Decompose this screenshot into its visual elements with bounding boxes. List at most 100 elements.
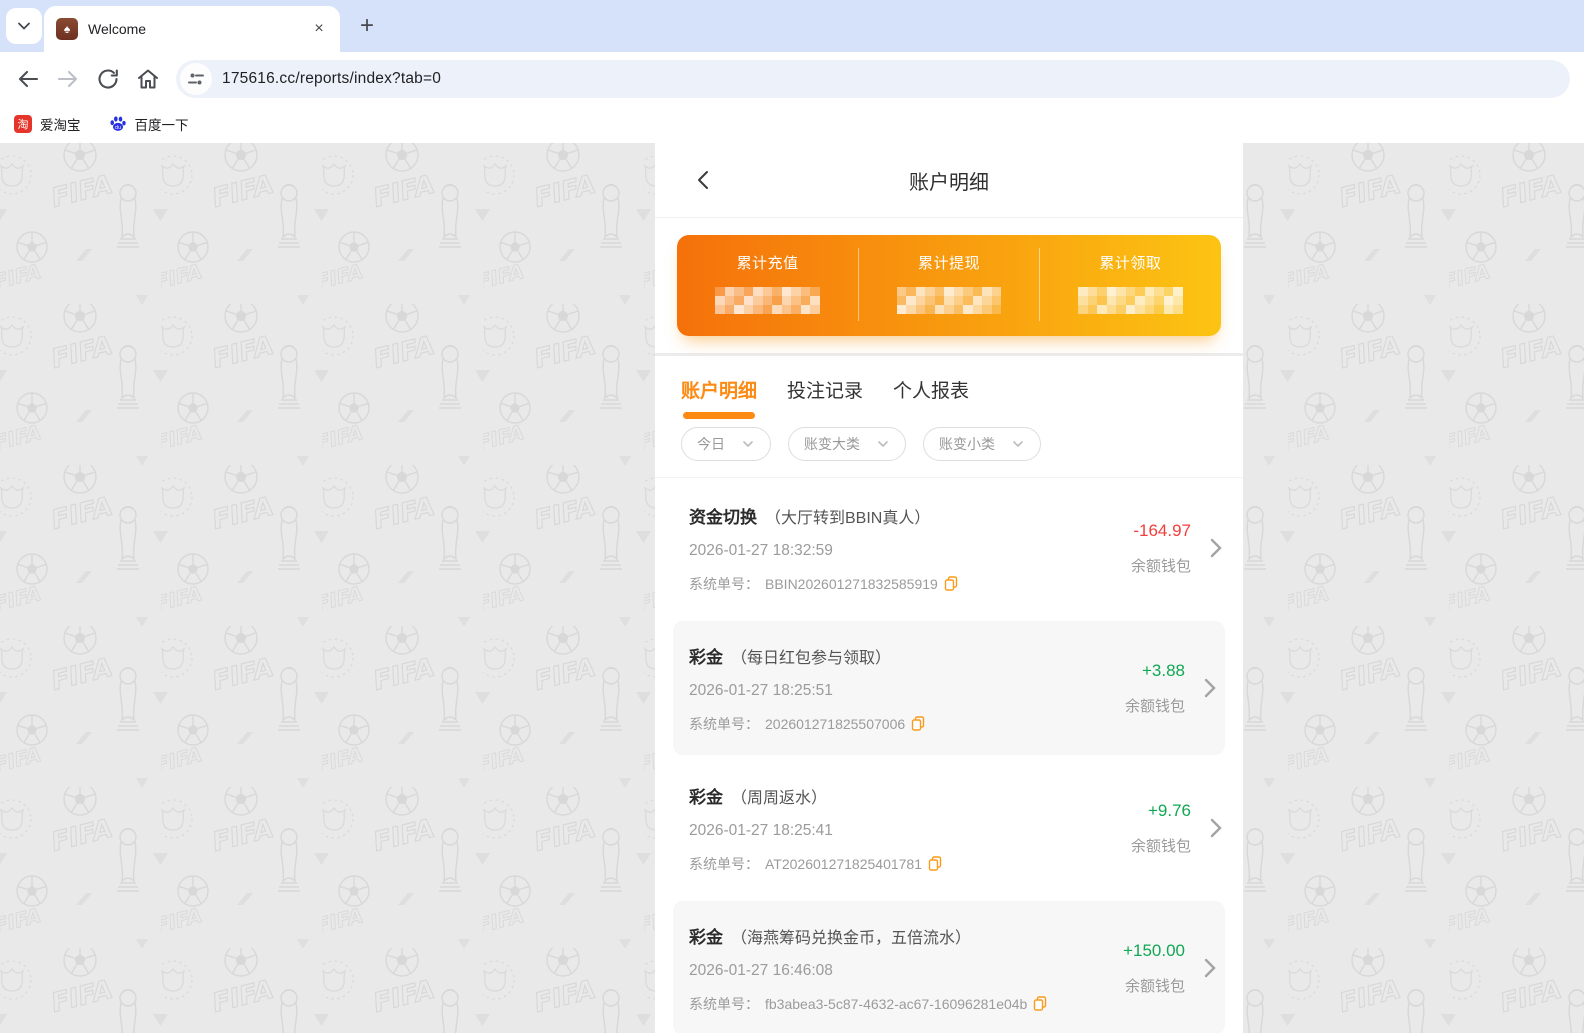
- web-content: FIFA: [0, 143, 1584, 1033]
- transaction-datetime: 2026-01-27 18:25:41: [689, 821, 833, 839]
- bookmarks-bar: 淘 爱淘宝 du 百度一下: [0, 105, 1584, 143]
- filters-row: 今日 账变大类 账变小类: [681, 427, 1217, 461]
- order-number: BBIN202601271832585919: [765, 575, 938, 592]
- wallet-name: 余额钱包: [1124, 977, 1185, 995]
- wallet-name: 余额钱包: [1124, 697, 1185, 715]
- baidu-paw-icon: du: [109, 116, 126, 131]
- summary-card-section: 累计充值 累计提现 累计领取: [655, 218, 1243, 356]
- taobao-icon: 淘: [14, 115, 32, 133]
- svg-text:du: du: [114, 125, 120, 131]
- transaction-desc: （大厅转到BBIN真人）: [765, 509, 931, 527]
- transaction-list: 资金切换 （大厅转到BBIN真人） 2026-01-27 18:32:59 系统…: [655, 477, 1243, 1033]
- tab-close-icon[interactable]: ×: [308, 18, 330, 40]
- back-arrow-icon: [18, 70, 39, 87]
- new-tab-button[interactable]: +: [350, 9, 384, 43]
- forward-button[interactable]: [48, 59, 88, 99]
- chevron-left-icon: [698, 171, 708, 189]
- tabs-section: 账户明细 投注记录 个人报表 今日 账变大类 账变小类: [655, 356, 1243, 477]
- order-number: 202601271825507006: [765, 715, 906, 732]
- address-bar[interactable]: 175616.cc/reports/index?tab=0: [176, 59, 1570, 98]
- page-header: 账户明细: [655, 143, 1243, 218]
- order-number: fb3abea3-5c87-4632-ac67-16096281e04b: [765, 995, 1028, 1012]
- browser-window: ♠ Welcome × + 175616.cc/reports/index?ta…: [0, 0, 1584, 1033]
- transaction-amount: +9.76: [1147, 800, 1191, 820]
- transaction-type: 资金切换: [689, 507, 757, 527]
- chevron-right-icon[interactable]: [1191, 957, 1217, 979]
- order-label: 系统单号：: [689, 715, 759, 732]
- transaction-row[interactable]: 彩金 （海燕筹码兑换金币，五倍流水） 2026-01-27 16:46:08 系…: [673, 901, 1225, 1033]
- order-label: 系统单号：: [689, 855, 759, 872]
- chevron-right-icon[interactable]: [1197, 537, 1223, 559]
- reload-button[interactable]: [88, 59, 128, 99]
- tab-strip: ♠ Welcome × +: [0, 0, 1584, 52]
- transaction-amount: -164.97: [1133, 520, 1191, 540]
- page-title: 账户明细: [909, 171, 989, 194]
- tabs-row: 账户明细 投注记录 个人报表: [681, 376, 1217, 419]
- summary-total-deposit: 累计充值: [677, 235, 858, 336]
- transaction-desc: （周周返水）: [731, 789, 828, 807]
- summary-label: 累计提现: [917, 255, 980, 272]
- page-back-button[interactable]: [685, 143, 723, 217]
- site-settings-button[interactable]: [180, 62, 212, 95]
- summary-total-withdraw: 累计提现: [858, 235, 1039, 336]
- blurred-value: [715, 287, 820, 314]
- tune-icon: [188, 73, 204, 84]
- filter-date-dropdown[interactable]: 今日: [681, 427, 771, 461]
- home-icon: [138, 69, 158, 88]
- copy-icon[interactable]: [928, 856, 942, 871]
- tab-title: Welcome: [88, 21, 147, 37]
- tab-search-button[interactable]: [6, 8, 42, 44]
- chevron-down-icon: [1013, 441, 1023, 448]
- tab-bet-records[interactable]: 投注记录: [787, 376, 863, 419]
- browser-toolbar: 175616.cc/reports/index?tab=0: [0, 52, 1584, 105]
- transaction-type: 彩金: [689, 927, 723, 947]
- transaction-type: 彩金: [689, 787, 723, 807]
- transaction-amount: +3.88: [1141, 660, 1185, 680]
- site-favicon: ♠: [56, 18, 78, 40]
- wallet-name: 余额钱包: [1130, 837, 1191, 855]
- copy-icon[interactable]: [1033, 996, 1047, 1011]
- browser-tab[interactable]: ♠ Welcome ×: [44, 6, 340, 52]
- account-detail-panel: 账户明细 累计充值 累计提现 累计领取 账户明细 投注记录 个人报表 今日 账变…: [655, 143, 1243, 1033]
- tab-account-detail[interactable]: 账户明细: [681, 376, 757, 419]
- url-text[interactable]: 175616.cc/reports/index?tab=0: [222, 70, 441, 88]
- card-divider: [858, 248, 860, 321]
- active-tab-underline: [683, 412, 755, 419]
- chevron-right-icon[interactable]: [1197, 817, 1223, 839]
- summary-total-claim: 累计领取: [1040, 235, 1221, 336]
- transaction-datetime: 2026-01-27 18:25:51: [689, 681, 833, 699]
- wallet-name: 余额钱包: [1130, 557, 1191, 575]
- blurred-value: [896, 287, 1002, 314]
- summary-card: 累计充值 累计提现 累计领取: [677, 235, 1221, 336]
- summary-label: 累计领取: [1099, 255, 1162, 272]
- filter-minor-category-dropdown[interactable]: 账变小类: [923, 427, 1041, 461]
- home-button[interactable]: [128, 59, 168, 99]
- reload-icon: [98, 68, 118, 89]
- copy-icon[interactable]: [944, 576, 958, 591]
- summary-label: 累计充值: [736, 255, 799, 272]
- filter-major-category-dropdown[interactable]: 账变大类: [788, 427, 906, 461]
- transaction-row[interactable]: 彩金 （每日红包参与领取） 2026-01-27 18:25:51 系统单号： …: [673, 621, 1225, 755]
- transaction-amount: +150.00: [1123, 940, 1185, 960]
- transaction-type: 彩金: [689, 647, 723, 667]
- blurred-value: [1078, 287, 1183, 314]
- order-label: 系统单号：: [689, 575, 759, 592]
- order-label: 系统单号：: [689, 995, 759, 1012]
- chevron-right-icon[interactable]: [1191, 677, 1217, 699]
- bookmark-label: 百度一下: [134, 118, 189, 133]
- bookmark-baidu[interactable]: du 百度一下: [109, 114, 189, 134]
- forward-arrow-icon: [57, 70, 78, 87]
- transaction-row[interactable]: 彩金 （周周返水） 2026-01-27 18:25:41 系统单号： AT20…: [655, 758, 1243, 898]
- transaction-datetime: 2026-01-27 16:46:08: [689, 961, 833, 979]
- bookmark-label: 爱淘宝: [40, 118, 81, 133]
- chevron-down-icon: [878, 441, 888, 448]
- tab-personal-report[interactable]: 个人报表: [893, 376, 969, 419]
- back-button[interactable]: [8, 59, 48, 99]
- bookmark-taobao[interactable]: 淘 爱淘宝: [14, 114, 81, 134]
- transaction-desc: （每日红包参与领取）: [731, 649, 892, 667]
- transaction-desc: （海燕筹码兑换金币，五倍流水）: [731, 929, 972, 947]
- transaction-datetime: 2026-01-27 18:32:59: [689, 541, 833, 559]
- transaction-row[interactable]: 资金切换 （大厅转到BBIN真人） 2026-01-27 18:32:59 系统…: [655, 478, 1243, 618]
- copy-icon[interactable]: [911, 716, 925, 731]
- chevron-down-icon: [743, 441, 753, 448]
